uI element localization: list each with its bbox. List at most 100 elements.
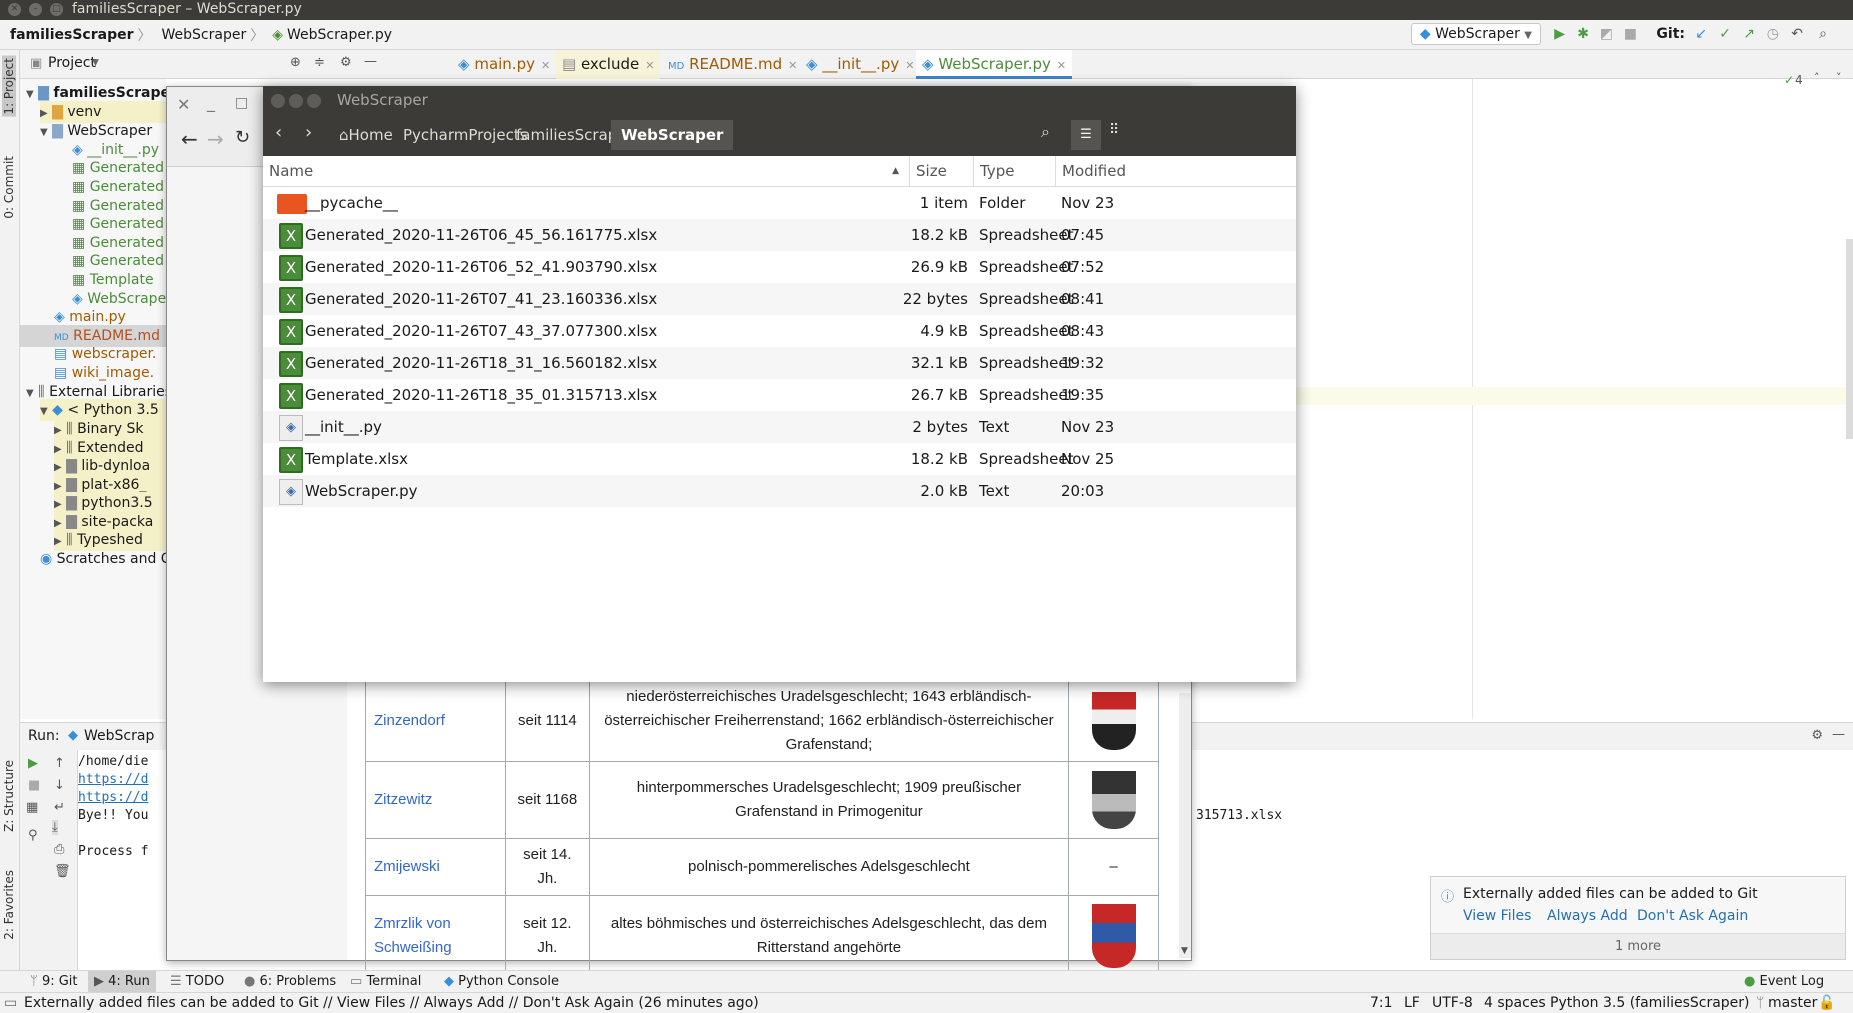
breadcrumb-project[interactable]: familiesScraper (0, 27, 138, 43)
git-branch[interactable]: master (1768, 995, 1817, 1011)
console-link[interactable]: https://d (78, 790, 148, 805)
column-header-type[interactable]: Type (973, 156, 1055, 187)
tool-tab-problems[interactable]: ● 6: Problems (244, 974, 336, 989)
always-add-link[interactable]: Always Add (1547, 908, 1628, 924)
file-row[interactable]: X Generated_2020-11-26T18_35_01.315713.x… (263, 379, 1296, 411)
hide-icon[interactable]: — (364, 54, 377, 69)
git-commit-icon[interactable]: ✓ (1719, 26, 1731, 42)
file-row[interactable]: X Generated_2020-11-26T07_43_37.077300.x… (263, 315, 1296, 347)
stop-icon[interactable]: ■ (28, 778, 40, 793)
close-icon[interactable]: ✕ (8, 3, 21, 16)
browser-scrollbar[interactable]: ▼ (1179, 693, 1191, 958)
layout-icon[interactable]: ▦ (26, 800, 38, 815)
caret-position[interactable]: 7:1 (1370, 995, 1393, 1011)
file-row[interactable]: __pycache__ 1 item Folder Nov 23 (263, 187, 1296, 219)
forward-icon[interactable]: → (207, 127, 224, 151)
close-icon[interactable]: ✕ (1057, 59, 1066, 72)
file-row[interactable]: X Generated_2020-11-26T18_31_16.560182.x… (263, 347, 1296, 379)
run-icon[interactable]: ▶ (1554, 26, 1565, 42)
family-name-link[interactable]: Zitzewitz (365, 761, 506, 839)
minimize-icon[interactable] (289, 94, 303, 108)
inspection-ok-icon[interactable]: ✓ (1784, 73, 1794, 87)
tab-webscraper-py[interactable]: ◈ WebScraper.py ✕ (916, 50, 1073, 79)
print-icon[interactable]: ⎙ (54, 842, 64, 857)
lock-icon[interactable]: 🔓 (1818, 995, 1835, 1011)
maximize-icon[interactable]: □ (50, 3, 63, 16)
file-encoding[interactable]: UTF-8 (1432, 995, 1473, 1011)
column-header-name[interactable]: Name ▲ (263, 156, 909, 187)
maximize-icon[interactable] (307, 94, 321, 108)
close-icon[interactable]: ✕ (177, 95, 190, 114)
project-panel-title[interactable]: Project (48, 55, 96, 71)
chevron-down-icon[interactable]: ▼ (1181, 946, 1188, 956)
tool-tab-todo[interactable]: ☰ TODO (170, 974, 224, 989)
column-header-size[interactable]: Size (909, 156, 973, 187)
stop-icon[interactable]: ■ (1624, 26, 1637, 42)
soft-wrap-icon[interactable]: ↵ (54, 800, 65, 815)
coverage-icon[interactable]: ◩ (1600, 26, 1613, 42)
chevron-down-icon[interactable]: ˅ (1836, 71, 1842, 84)
run-tab-label[interactable]: WebScrap (84, 728, 154, 744)
hide-icon[interactable]: — (1832, 727, 1845, 742)
view-files-link[interactable]: View Files (1463, 908, 1531, 924)
family-name-link[interactable]: Zinzendorf (365, 680, 506, 762)
file-row[interactable]: X Template.xlsx 18.2 kB Spreadsheet Nov … (263, 443, 1296, 475)
file-row[interactable]: ◈ __init__.py 2 bytes Text Nov 23 (263, 411, 1296, 443)
back-icon[interactable]: ‹ (275, 122, 282, 143)
notification-icon[interactable]: ▭ (4, 995, 17, 1011)
tab-readme[interactable]: MD README.md ✕ (662, 50, 803, 79)
tool-tab-terminal[interactable]: ▭ Terminal (350, 974, 421, 989)
close-icon[interactable]: ✕ (645, 59, 654, 72)
git-push-icon[interactable]: ↗ (1743, 26, 1755, 42)
minimize-icon[interactable]: _ (207, 93, 215, 112)
breadcrumb-file[interactable]: WebScraper.py (283, 27, 396, 43)
console-link[interactable]: https://d (78, 772, 148, 787)
gear-icon[interactable]: ⚙ (1811, 728, 1823, 743)
dont-ask-again-link[interactable]: Don't Ask Again (1637, 908, 1748, 924)
search-icon[interactable]: ⌕ (1041, 122, 1050, 142)
gear-icon[interactable]: ⚙ (340, 55, 352, 70)
tree-item-scratches[interactable]: ◉ Scratches and C (40, 548, 166, 570)
indent-setting[interactable]: 4 spaces (1484, 995, 1546, 1011)
tool-tab-python-console[interactable]: ◆ Python Console (444, 974, 559, 989)
pin-icon[interactable]: ⚲ (28, 828, 38, 843)
more-notifications[interactable]: 1 more (1431, 933, 1845, 959)
tool-tab-commit[interactable]: 0: Commit (2, 156, 16, 219)
family-name-link[interactable]: Zmijewski (365, 838, 506, 896)
git-update-icon[interactable]: ↙ (1695, 26, 1707, 42)
chevron-up-icon[interactable]: ˄ (1814, 71, 1820, 84)
file-row[interactable]: ◈ WebScraper.py 2.0 kB Text 20:03 (263, 475, 1296, 507)
run-config-selector[interactable]: ◆ WebScraper ▼ (1410, 23, 1541, 45)
coat-of-arms-image[interactable] (1068, 680, 1159, 762)
minimize-icon[interactable]: – (29, 3, 42, 16)
tab-main-py[interactable]: ◈ main.py ✕ (452, 50, 556, 79)
python-interpreter[interactable]: Python 3.5 (familiesScraper) (1550, 995, 1750, 1011)
locate-icon[interactable]: ⊕ (290, 55, 301, 70)
close-icon[interactable]: ✕ (788, 59, 797, 72)
line-separator[interactable]: LF (1404, 995, 1420, 1011)
close-icon[interactable]: ✕ (905, 59, 914, 72)
path-webscraper[interactable]: WebScraper (611, 120, 734, 150)
path-home[interactable]: ⌂Home (329, 120, 403, 150)
family-name-link[interactable]: Zmrzlik von Schweißing (365, 895, 506, 976)
list-view-icon[interactable]: ☰ (1071, 120, 1101, 150)
coat-of-arms-image[interactable] (1068, 761, 1159, 839)
file-row[interactable]: X Generated_2020-11-26T06_45_56.161775.x… (263, 219, 1296, 251)
tool-tab-git[interactable]: ᛘ 9: Git (30, 974, 78, 989)
tool-tab-event-log[interactable]: ● Event Log (1744, 974, 1824, 989)
rerun-icon[interactable]: ▶ (28, 756, 38, 771)
debug-icon[interactable]: ✱ (1577, 26, 1589, 42)
trash-icon[interactable]: 🗑 (54, 864, 71, 879)
close-icon[interactable] (271, 94, 285, 108)
close-icon[interactable]: ✕ (541, 59, 550, 72)
forward-icon[interactable]: › (305, 122, 312, 143)
arrow-down-icon[interactable]: ↓ (54, 778, 65, 793)
tool-tab-structure[interactable]: Z: Structure (2, 760, 16, 832)
tool-tab-run[interactable]: ▶ 4: Run (88, 971, 156, 993)
collapse-icon[interactable]: ≑ (314, 55, 325, 70)
column-header-modified[interactable]: Modified (1055, 156, 1296, 187)
grid-view-icon[interactable]: ⠿ (1109, 122, 1119, 138)
editor-scrollbar[interactable] (1846, 239, 1853, 439)
tab-init-py[interactable]: ◈ __init__.py ✕ (800, 50, 920, 79)
breadcrumb-folder[interactable]: WebScraper (152, 27, 251, 43)
